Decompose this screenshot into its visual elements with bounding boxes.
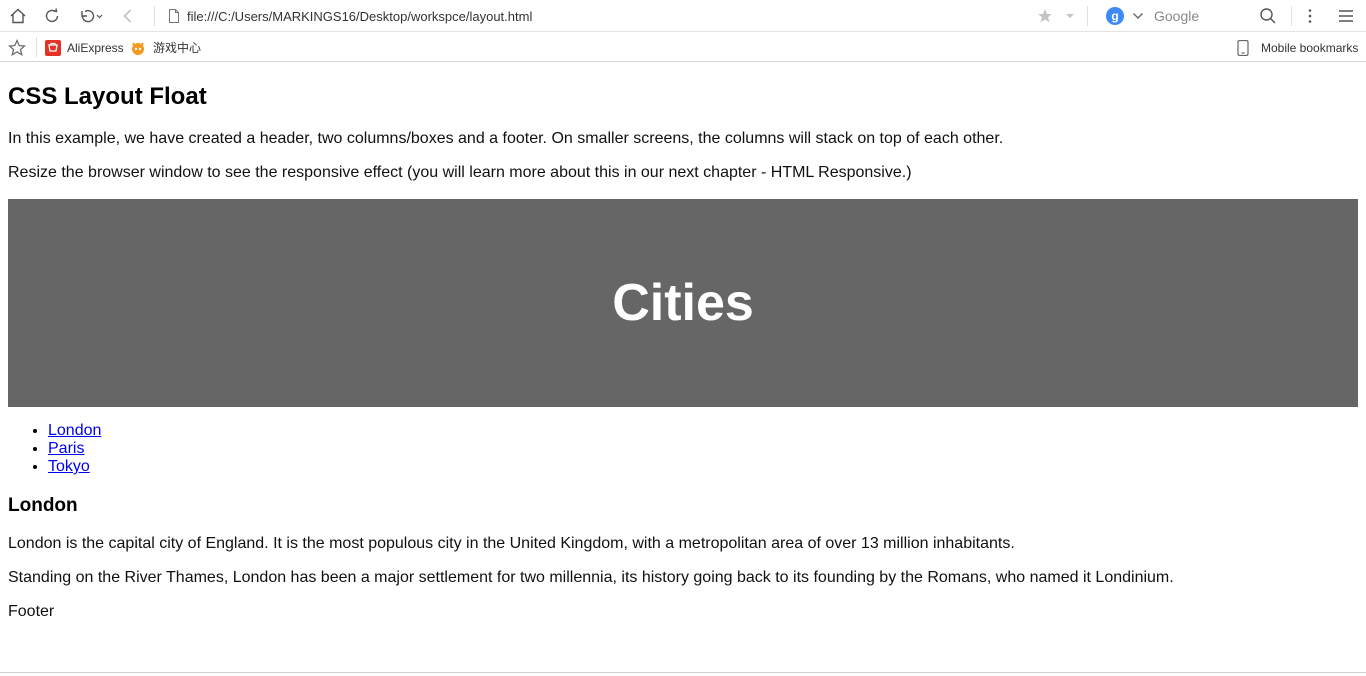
- article-paragraph-1: London is the capital city of England. I…: [8, 535, 1015, 552]
- cities-header: Cities: [8, 199, 1358, 407]
- bookmark-label: AliExpress: [67, 40, 124, 55]
- more-options-icon[interactable]: [1298, 4, 1322, 28]
- search-icon[interactable]: [1256, 4, 1280, 28]
- nav-link-london[interactable]: London: [48, 422, 101, 439]
- list-item: Paris: [48, 440, 101, 458]
- bookmarks-star-icon[interactable]: [8, 38, 26, 57]
- home-icon[interactable]: [6, 4, 30, 28]
- toolbar-divider: [1087, 6, 1088, 26]
- chevron-down-icon[interactable]: [1132, 10, 1144, 22]
- menu-icon[interactable]: [1334, 4, 1358, 28]
- aliexpress-icon: [45, 39, 61, 56]
- bookmark-star-icon[interactable]: [1033, 4, 1057, 28]
- back-icon[interactable]: [116, 4, 140, 28]
- game-center-icon: [129, 39, 147, 57]
- window-bottom-border: [0, 672, 1366, 673]
- list-item: London: [48, 422, 101, 440]
- list-item: Tokyo: [48, 458, 101, 476]
- footer-text: Footer: [8, 603, 55, 620]
- nav-link-tokyo[interactable]: Tokyo: [48, 458, 90, 475]
- city-nav-list: London Paris Tokyo: [8, 422, 101, 476]
- address-url[interactable]: file:///C:/Users/MARKINGS16/Desktop/work…: [187, 9, 532, 24]
- toolbar-divider: [1291, 6, 1292, 26]
- browser-toolbar: file:///C:/Users/MARKINGS16/Desktop/work…: [0, 0, 1366, 32]
- web-page: CSS Layout Float In this example, we hav…: [0, 63, 1366, 672]
- cities-header-title: Cities: [612, 274, 754, 332]
- search-engine-icon[interactable]: g: [1106, 7, 1124, 25]
- search-box[interactable]: g Google: [1100, 4, 1280, 28]
- address-bar[interactable]: file:///C:/Users/MARKINGS16/Desktop/work…: [166, 4, 1066, 28]
- search-engine-name[interactable]: Google: [1154, 8, 1199, 24]
- article-title: London: [8, 495, 78, 516]
- mobile-bookmarks[interactable]: Mobile bookmarks: [1236, 38, 1358, 57]
- article-paragraph-2: Standing on the River Thames, London has…: [8, 569, 1174, 586]
- mobile-phone-icon: [1236, 39, 1250, 56]
- bookmark-label: 游戏中心: [153, 41, 202, 55]
- bookmark-game-center[interactable]: 游戏中心: [129, 38, 201, 57]
- bookmark-dropdown-icon[interactable]: [1058, 4, 1082, 28]
- nav-link-paris[interactable]: Paris: [48, 440, 84, 457]
- undo-close-tab-icon[interactable]: [76, 4, 106, 28]
- bookmarks-bar: AliExpress 游戏中心 Mobile bookmarks: [0, 33, 1366, 62]
- intro-paragraph-2: Resize the browser window to see the res…: [8, 164, 912, 181]
- bookmark-aliexpress[interactable]: AliExpress: [45, 38, 124, 57]
- bookmarks-divider: [36, 37, 37, 57]
- file-icon: [166, 8, 182, 24]
- mobile-bookmarks-label: Mobile bookmarks: [1261, 40, 1359, 55]
- toolbar-divider: [154, 6, 155, 26]
- page-title: CSS Layout Float: [8, 83, 207, 110]
- reload-icon[interactable]: [40, 4, 64, 28]
- intro-paragraph-1: In this example, we have created a heade…: [8, 130, 1004, 147]
